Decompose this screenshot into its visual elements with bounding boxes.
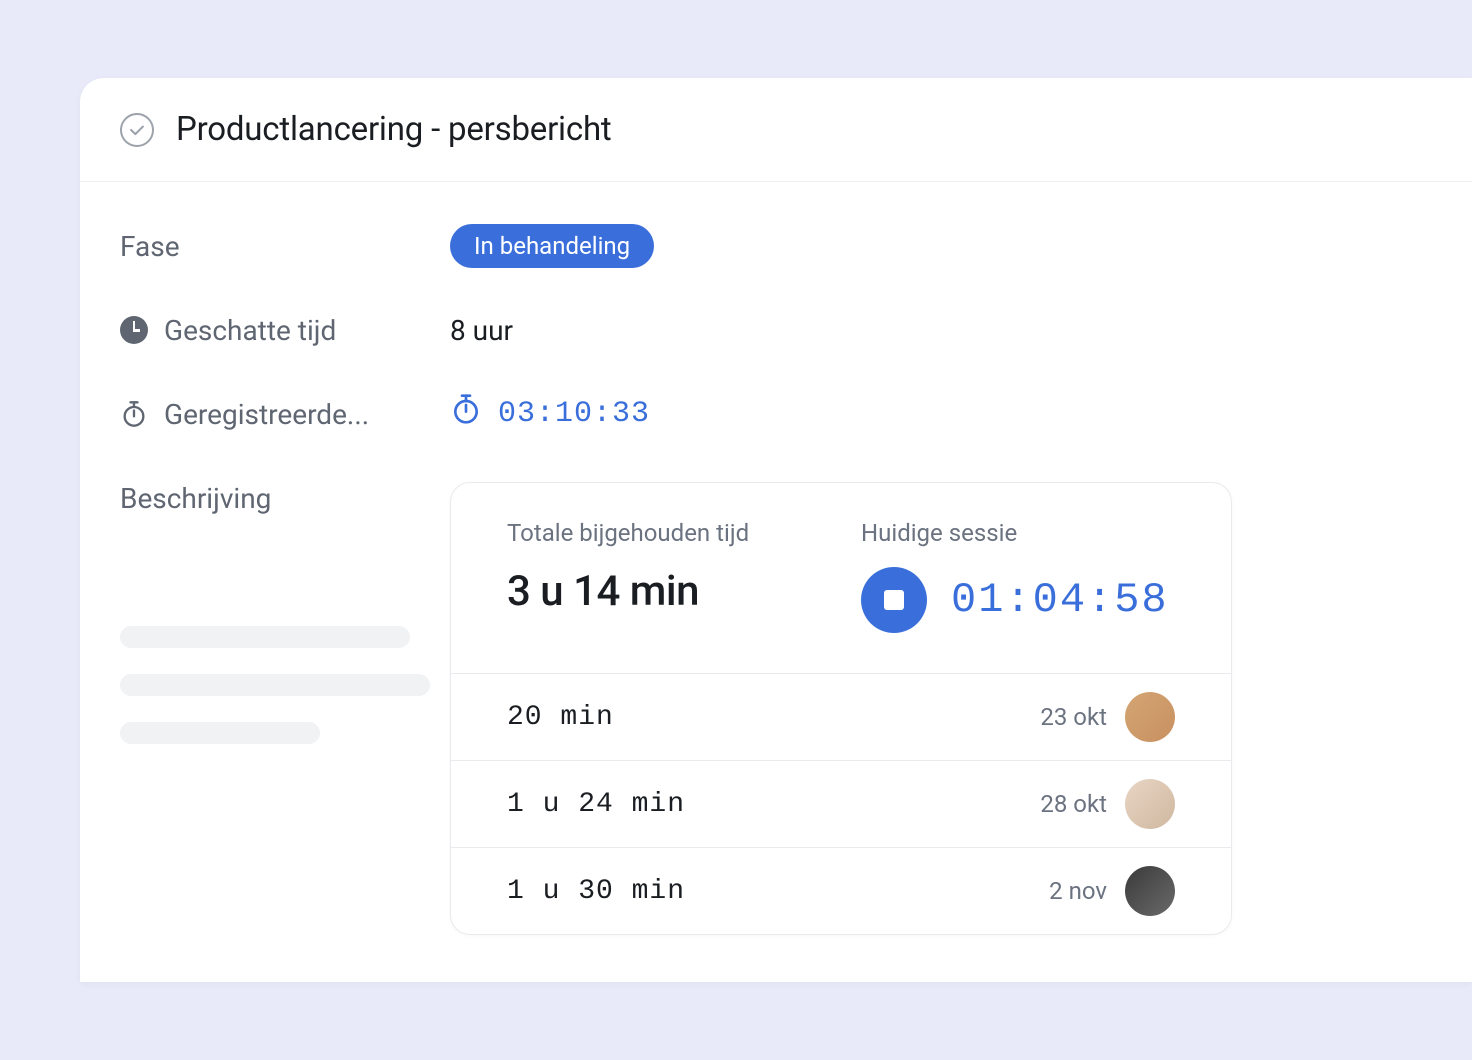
description-label: Beschrijving bbox=[120, 482, 271, 515]
placeholder-line bbox=[120, 674, 430, 696]
task-title: Productlancering - persbericht bbox=[176, 110, 612, 149]
card-header: Productlancering - persbericht bbox=[80, 78, 1472, 182]
placeholder-line bbox=[120, 626, 410, 648]
timer-entry[interactable]: 1 u 24 min 28 okt bbox=[451, 761, 1231, 848]
tracked-time-label: Geregistreerde... bbox=[120, 398, 369, 431]
timer-entry[interactable]: 20 min 23 okt bbox=[451, 674, 1231, 761]
timer-entries-list: 20 min 23 okt 1 u 24 min 28 okt bbox=[451, 673, 1231, 934]
total-tracked-label: Totale bijgehouden tijd bbox=[507, 519, 821, 547]
field-labels-column: Fase Geschatte tijd bbox=[120, 218, 450, 935]
tracked-time-value[interactable]: 03:10:33 bbox=[450, 393, 650, 435]
stopwatch-icon bbox=[120, 400, 148, 428]
total-tracked-value: 3 u 14 min bbox=[507, 567, 821, 616]
clock-icon bbox=[120, 316, 148, 344]
stop-timer-button[interactable] bbox=[861, 567, 927, 633]
current-session-block: Huidige sessie 01:04:58 bbox=[861, 519, 1175, 633]
entry-duration: 1 u 30 min bbox=[507, 876, 685, 907]
timer-summary: Totale bijgehouden tijd 3 u 14 min Huidi… bbox=[451, 483, 1231, 673]
phase-status-badge[interactable]: In behandeling bbox=[450, 224, 654, 268]
current-session-value: 01:04:58 bbox=[951, 576, 1169, 624]
stopwatch-blue-icon bbox=[450, 393, 482, 435]
entry-date: 23 okt bbox=[1040, 703, 1107, 731]
estimated-time-label: Geschatte tijd bbox=[120, 314, 336, 347]
complete-task-checkbox[interactable] bbox=[120, 113, 154, 147]
check-icon bbox=[127, 120, 147, 140]
entry-duration: 1 u 24 min bbox=[507, 789, 685, 820]
total-tracked-block: Totale bijgehouden tijd 3 u 14 min bbox=[507, 519, 821, 633]
timer-entry[interactable]: 1 u 30 min 2 nov bbox=[451, 848, 1231, 934]
entry-duration: 20 min bbox=[507, 702, 614, 733]
entry-date: 2 nov bbox=[1049, 877, 1107, 905]
field-values-column: In behandeling 8 uur 03:10:33 bbox=[450, 218, 1432, 935]
estimated-time-value: 8 uur bbox=[450, 302, 1432, 358]
phase-label: Fase bbox=[120, 230, 180, 263]
card-body: Fase Geschatte tijd bbox=[80, 182, 1472, 935]
task-detail-card: Productlancering - persbericht Fase Gesc… bbox=[80, 78, 1472, 982]
description-placeholder bbox=[120, 626, 450, 744]
avatar bbox=[1125, 692, 1175, 742]
entry-date: 28 okt bbox=[1040, 790, 1107, 818]
current-session-label: Huidige sessie bbox=[861, 519, 1175, 547]
avatar bbox=[1125, 866, 1175, 916]
placeholder-line bbox=[120, 722, 320, 744]
time-tracking-panel: Totale bijgehouden tijd 3 u 14 min Huidi… bbox=[450, 482, 1232, 935]
avatar bbox=[1125, 779, 1175, 829]
